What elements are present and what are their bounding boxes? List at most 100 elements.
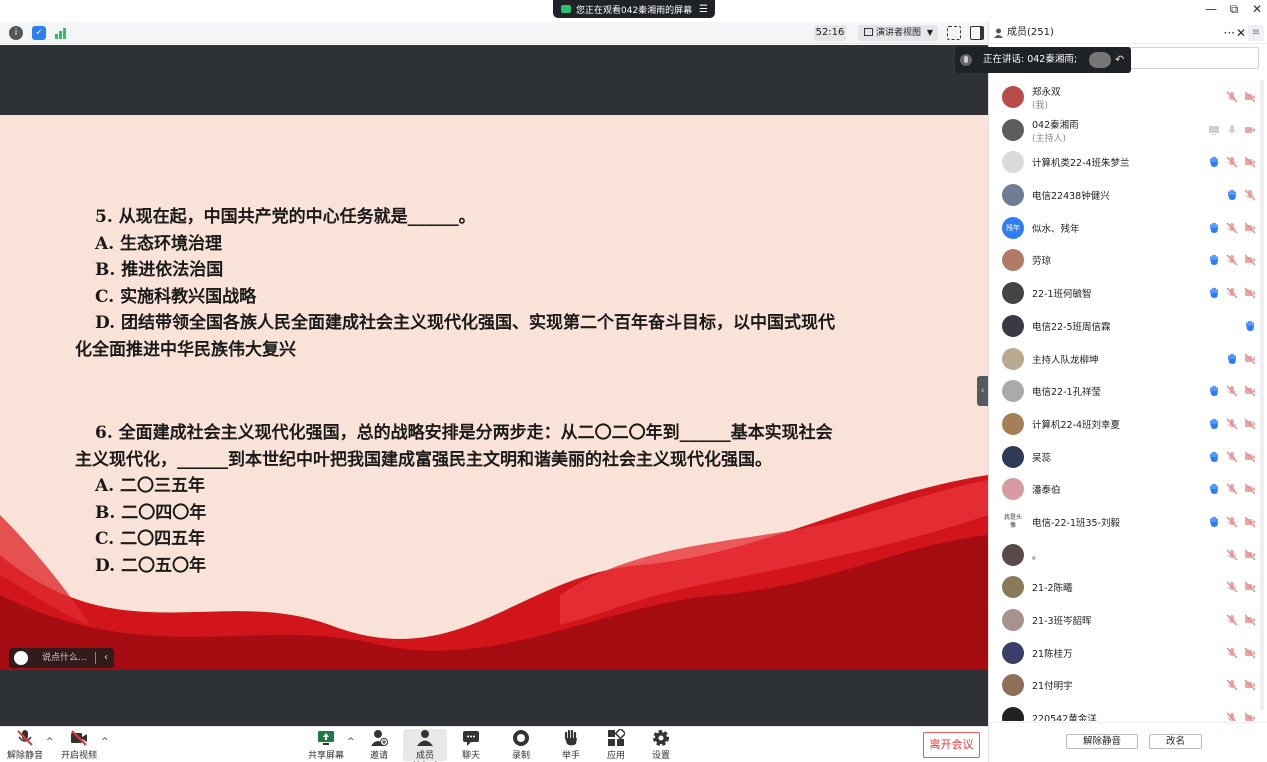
member-row[interactable]: 潘泰伯 (989, 473, 1267, 506)
member-row[interactable]: 220542黄金洋 (989, 702, 1267, 721)
mic-muted-icon[interactable] (1226, 549, 1238, 561)
close-window-button[interactable]: ✕ (1249, 2, 1265, 16)
raised-hand-icon[interactable] (1208, 156, 1220, 168)
member-row[interactable]: 计算机22-4班刘幸夏 (989, 408, 1267, 441)
shield-icon[interactable]: ✓ (32, 26, 46, 40)
camera-icon[interactable] (1244, 124, 1256, 136)
unmute-all-button[interactable]: 解除静音 (1066, 734, 1138, 749)
member-row[interactable]: 21陈桂万 (989, 637, 1267, 670)
camera-off-icon[interactable] (1244, 418, 1256, 430)
member-row[interactable]: 21-2陈曦 (989, 571, 1267, 604)
menu-icon[interactable]: ☰ (699, 4, 708, 15)
member-row[interactable]: 残年 似水、残年 (989, 212, 1267, 245)
emoji-icon[interactable] (14, 651, 28, 665)
minimize-button[interactable]: — (1203, 2, 1219, 16)
record-button[interactable]: 录制 (499, 729, 543, 761)
share-screen-button[interactable]: 共享屏幕 (304, 729, 348, 761)
audio-options-caret-icon[interactable]: ^ (46, 737, 54, 747)
mic-muted-icon[interactable] (1226, 254, 1238, 266)
mic-muted-icon[interactable] (1226, 647, 1238, 659)
mic-muted-icon[interactable] (1226, 156, 1238, 168)
mic-muted-icon[interactable] (1226, 451, 1238, 463)
member-row[interactable]: 我是头像 电信-22-1班35-刘毅 (989, 506, 1267, 539)
member-row[interactable]: 郑永双 (我) (989, 81, 1267, 114)
panel-menu-icon[interactable]: ≡ (1248, 25, 1264, 41)
raised-hand-icon[interactable] (1208, 451, 1220, 463)
camera-off-icon[interactable] (1244, 156, 1256, 168)
back-icon[interactable]: ↶ (1115, 47, 1124, 73)
unmute-button[interactable]: 解除静音 (3, 729, 47, 761)
apps-button[interactable]: 应用 (594, 729, 638, 761)
camera-off-icon[interactable] (1244, 222, 1256, 234)
raised-hand-icon[interactable] (1244, 320, 1256, 332)
mic-muted-icon[interactable] (1226, 385, 1238, 397)
member-row[interactable]: 计算机类22-4班朱梦兰 (989, 146, 1267, 179)
raised-hand-icon[interactable] (1208, 516, 1220, 528)
mic-muted-icon[interactable] (1226, 712, 1238, 721)
chat-quick-input[interactable]: 说点什么... ‹ (9, 648, 114, 668)
mic-muted-icon[interactable] (1226, 222, 1238, 234)
camera-off-icon[interactable] (1244, 712, 1256, 721)
info-icon[interactable]: i (9, 26, 23, 40)
camera-off-icon[interactable] (1244, 679, 1256, 691)
chevron-left-icon[interactable]: ‹ (104, 648, 108, 668)
mic-muted-icon[interactable] (1226, 581, 1238, 593)
camera-off-icon[interactable] (1244, 254, 1256, 266)
member-list-scrollbar[interactable] (1260, 80, 1264, 710)
camera-off-icon[interactable] (1244, 451, 1256, 463)
fullscreen-icon[interactable] (947, 26, 961, 40)
restore-button[interactable]: ⧉ (1226, 2, 1242, 17)
camera-off-icon[interactable] (1244, 614, 1256, 626)
rename-button[interactable]: 改名 (1149, 734, 1202, 749)
member-row[interactable]: 042秦湘雨 (主持人) (989, 114, 1267, 147)
member-row[interactable]: 电信22-1孔祥莹 (989, 375, 1267, 408)
member-row[interactable]: 劳琼 (989, 244, 1267, 277)
member-row[interactable]: 主持人队龙柳坤 (989, 343, 1267, 376)
camera-off-icon[interactable] (1244, 483, 1256, 495)
share-notice-pill[interactable]: 您正在观看042秦湘雨的屏幕 ☰ (553, 0, 715, 18)
camera-off-icon[interactable] (1244, 647, 1256, 659)
member-row[interactable]: 21-3班岑韶晖 (989, 604, 1267, 637)
member-row[interactable]: 。 (989, 539, 1267, 572)
screen-share-status-icon[interactable] (1208, 124, 1220, 136)
raised-hand-icon[interactable] (1208, 483, 1220, 495)
mic-muted-icon[interactable] (1226, 679, 1238, 691)
mic-muted-icon[interactable] (1226, 516, 1238, 528)
raised-hand-icon[interactable] (1208, 287, 1220, 299)
settings-button[interactable]: 设置 (639, 729, 683, 761)
camera-off-icon[interactable] (1244, 581, 1256, 593)
collapse-panel-button[interactable]: ‹ (977, 376, 988, 406)
member-row[interactable]: 22-1班何毓智 (989, 277, 1267, 310)
side-panel-icon[interactable] (970, 26, 984, 40)
members-button[interactable]: 成员(99+) (403, 729, 447, 762)
camera-off-icon[interactable] (1244, 549, 1256, 561)
member-row[interactable]: 21付明宇 (989, 669, 1267, 702)
member-row[interactable]: 电信22438钟健兴 (989, 179, 1267, 212)
camera-off-icon[interactable] (1244, 353, 1256, 365)
mic-muted-icon[interactable] (1226, 483, 1238, 495)
invite-button[interactable]: 邀请 (357, 729, 401, 761)
raised-hand-icon[interactable] (1208, 254, 1220, 266)
camera-off-icon[interactable] (1244, 91, 1256, 103)
chat-button[interactable]: 聊天 (449, 729, 493, 761)
member-row[interactable]: 电信22-5班周信霖 (989, 310, 1267, 343)
raised-hand-icon[interactable] (1226, 189, 1238, 201)
camera-off-icon[interactable] (1244, 516, 1256, 528)
raised-hand-icon[interactable] (1226, 353, 1238, 365)
raised-hand-icon[interactable] (1208, 385, 1220, 397)
video-options-caret-icon[interactable]: ^ (101, 737, 109, 747)
camera-off-icon[interactable] (1244, 287, 1256, 299)
member-row[interactable]: 吴蕊 (989, 441, 1267, 474)
mic-icon[interactable] (1226, 124, 1238, 136)
raised-hand-icon[interactable] (1208, 222, 1220, 234)
close-panel-button[interactable]: ✕ (1236, 22, 1246, 44)
more-icon[interactable]: ··· (1224, 22, 1235, 44)
signal-icon[interactable] (54, 26, 68, 40)
view-mode-dropdown[interactable]: 演讲者视图 ▼ (858, 25, 938, 41)
raise-hand-button[interactable]: 举手 (549, 729, 593, 761)
mic-muted-icon[interactable] (1226, 614, 1238, 626)
mic-muted-icon[interactable] (1226, 91, 1238, 103)
start-video-button[interactable]: 开启视频 (57, 729, 101, 761)
raised-hand-icon[interactable] (1208, 418, 1220, 430)
mic-muted-icon[interactable] (1226, 418, 1238, 430)
